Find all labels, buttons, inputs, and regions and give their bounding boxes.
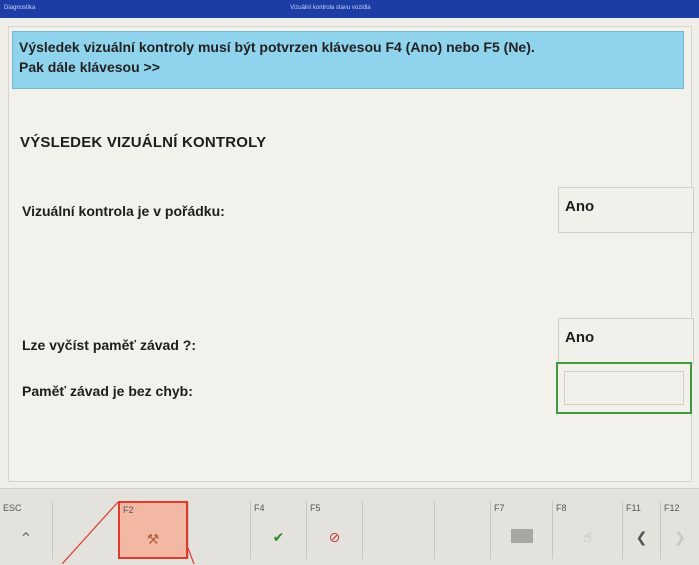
annotation-callout-lines	[61, 501, 195, 564]
callout-line-left	[61, 501, 119, 564]
callout-line-right	[187, 547, 195, 564]
